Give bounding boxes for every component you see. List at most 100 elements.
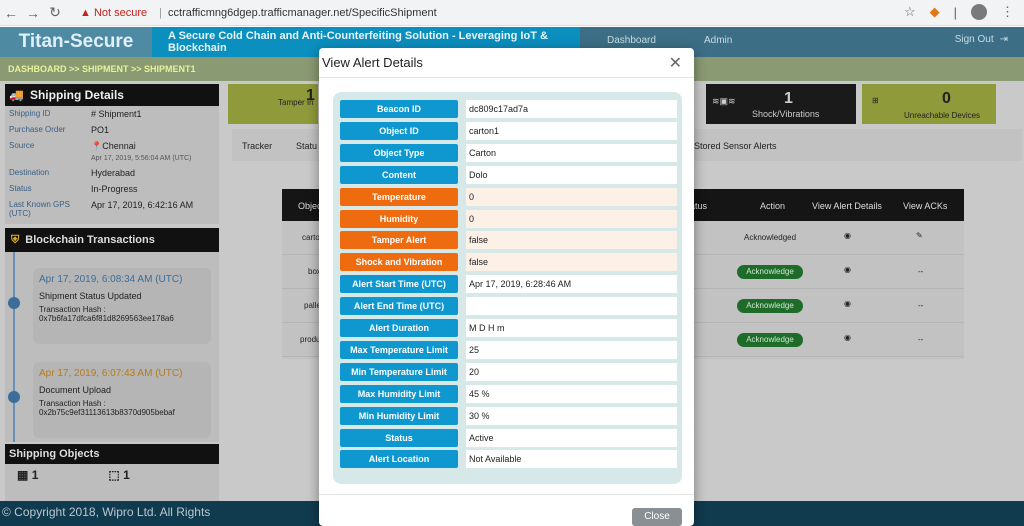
alert-field-value: false: [466, 253, 677, 272]
alert-field-row: Beacon ID dc809c17ad7a: [340, 100, 677, 118]
alert-field-label: Object Type: [340, 143, 458, 162]
tile-tamper[interactable]: Tamper In: [228, 84, 318, 124]
browser-toolbar: ← → ↻ ▲ Not secure | cctrafficmng6dgep.t…: [0, 0, 1024, 26]
alert-field-label: Humidity: [340, 209, 458, 228]
tile-unreachable[interactable]: ⊞ 0 Unreachable Devices: [862, 84, 996, 124]
url-text: cctrafficmng6dgep.trafficmanager.net/Spe…: [168, 7, 437, 19]
detail-row: Purchase Order PO1: [9, 125, 110, 135]
alert-field-label: Min Temperature Limit: [340, 362, 458, 381]
alert-field-row: Alert Location Not Available: [340, 450, 677, 469]
timeline-line: [13, 252, 15, 442]
reload-icon[interactable]: ↻: [44, 4, 66, 21]
eye-icon[interactable]: ◉: [844, 299, 851, 308]
modal-divider: [319, 494, 694, 495]
tile-tamper-count: 1: [306, 87, 315, 104]
alert-field-label: Tamper Alert: [340, 231, 458, 250]
address-bar[interactable]: ▲ Not secure | cctrafficmng6dgep.traffic…: [80, 3, 945, 23]
alert-field-value: Active: [466, 428, 677, 447]
alert-field-value: carton1: [466, 121, 677, 140]
warning-icon: ▲ Not secure: [80, 7, 148, 19]
alert-details-modal: View Alert Details ✕ Beacon ID dc809c17ad…: [319, 48, 694, 526]
detail-row: Status In-Progress: [9, 184, 138, 194]
avatar[interactable]: [971, 4, 987, 20]
alert-field-label: Status: [340, 428, 458, 447]
close-icon[interactable]: ✕: [669, 53, 682, 73]
alert-field-row: Alert End Time (UTC): [340, 297, 677, 316]
alert-field-row: Min Humidity Limit 30 %: [340, 406, 677, 425]
alert-field-value: Dolo: [466, 165, 677, 184]
modal-title: View Alert Details: [322, 55, 423, 70]
security-label: Not secure: [93, 7, 148, 19]
box-count-1: ▦ 1: [17, 468, 39, 482]
alert-field-row: Temperature 0: [340, 187, 677, 206]
blockchain-title: ⛨ Blockchain Transactions: [5, 228, 219, 252]
pin-icon: 📍: [91, 141, 103, 151]
alert-field-label: Alert Duration: [340, 319, 458, 337]
star-icon[interactable]: ☆: [904, 4, 916, 20]
blockchain-list[interactable]: Apr 17, 2019, 6:08:34 AM (UTC) Shipment …: [5, 252, 219, 442]
alert-field-label: Shock and Vibration: [340, 253, 458, 272]
alert-field-row: Humidity 0: [340, 209, 677, 228]
nav-dashboard[interactable]: Dashboard: [607, 35, 656, 46]
transaction-card[interactable]: Apr 17, 2019, 6:07:43 AM (UTC) Document …: [33, 362, 211, 438]
alert-field-label: Alert Start Time (UTC): [340, 275, 458, 294]
alert-field-value: Carton: [466, 143, 677, 162]
alert-field-label: Temperature: [340, 187, 458, 206]
more-icon[interactable]: ⋮: [1001, 4, 1014, 20]
forward-icon[interactable]: →: [22, 5, 44, 21]
alert-field-value: false: [466, 231, 677, 250]
nav-admin[interactable]: Admin: [704, 35, 732, 46]
alert-field-row: Object ID carton1: [340, 121, 677, 140]
tab-tracker[interactable]: Tracker: [242, 141, 272, 151]
package-icon: ⬚: [108, 468, 120, 482]
acknowledge-button[interactable]: Acknowledge: [737, 299, 803, 313]
alert-field-label: Alert Location: [340, 450, 458, 469]
timeline-dot: [8, 297, 20, 309]
alert-field-value: 0: [466, 187, 677, 206]
alert-field-value: 0: [466, 209, 677, 228]
alert-field-value: [466, 297, 677, 316]
transaction-card[interactable]: Apr 17, 2019, 6:08:34 AM (UTC) Shipment …: [33, 268, 211, 344]
alert-field-value: Not Available: [466, 450, 677, 469]
edit-icon[interactable]: ✎: [916, 231, 923, 240]
alert-field-value: 20: [466, 362, 677, 381]
alert-field-label: Max Humidity Limit: [340, 384, 458, 403]
shipping-details-title: Shipping Details: [29, 88, 124, 102]
alert-field-value: 25: [466, 340, 677, 359]
eye-icon[interactable]: ◉: [844, 333, 851, 342]
alert-field-value: M D H m: [466, 319, 677, 337]
alert-field-row: Shock and Vibration false: [340, 253, 677, 272]
alert-field-label: Beacon ID: [340, 100, 458, 118]
alert-field-label: Alert End Time (UTC): [340, 297, 458, 316]
detail-row: Source 📍Chennai Apr 17, 2019, 5:56:04 AM (…: [9, 141, 192, 162]
alert-details-grid: Beacon ID dc809c17ad7a Object ID carton1 Obj…: [333, 92, 682, 484]
acknowledge-button[interactable]: Acknowledge: [737, 333, 803, 347]
alert-field-label: Min Humidity Limit: [340, 406, 458, 425]
alert-field-label: Object ID: [340, 121, 458, 140]
alert-field-value: Apr 17, 2019, 6:28:46 AM: [466, 275, 677, 294]
device-icon: ⊞: [872, 96, 879, 105]
alert-field-row: Alert Start Time (UTC) Apr 17, 2019, 6:28…: [340, 275, 677, 294]
alert-field-row: Min Temperature Limit 20: [340, 362, 677, 381]
eye-icon[interactable]: ◉: [844, 231, 851, 240]
tab-stored-sensor-alerts[interactable]: Stored Sensor Alerts: [694, 141, 777, 151]
acknowledge-button[interactable]: Acknowledge: [737, 265, 803, 279]
tab-status[interactable]: Statu: [296, 141, 317, 151]
shield-icon: ⛨: [11, 233, 20, 246]
alert-field-value: 45 %: [466, 384, 677, 403]
alert-field-row: Max Humidity Limit 45 %: [340, 384, 677, 403]
extension-icon[interactable]: ◆: [930, 4, 940, 20]
alert-field-row: Alert Duration M D H m: [340, 319, 677, 337]
back-icon[interactable]: ←: [0, 5, 22, 21]
timeline-dot: [8, 391, 20, 403]
boxes-icon: ▦: [17, 468, 29, 482]
tile-shock[interactable]: ≋▣≋ 1 Shock/Vibrations: [706, 84, 856, 124]
detail-row: Destination Hyderabad: [9, 168, 136, 178]
brand-logo[interactable]: Titan-Secure: [0, 27, 152, 57]
alert-field-row: Object Type Carton: [340, 143, 677, 162]
menu-separator: |: [953, 4, 957, 20]
sign-out-button[interactable]: Sign Out ⇥: [955, 34, 1008, 45]
eye-icon[interactable]: ◉: [844, 265, 851, 274]
box-count-2: ⬚ 1: [108, 468, 130, 482]
close-button[interactable]: Close: [632, 508, 682, 526]
